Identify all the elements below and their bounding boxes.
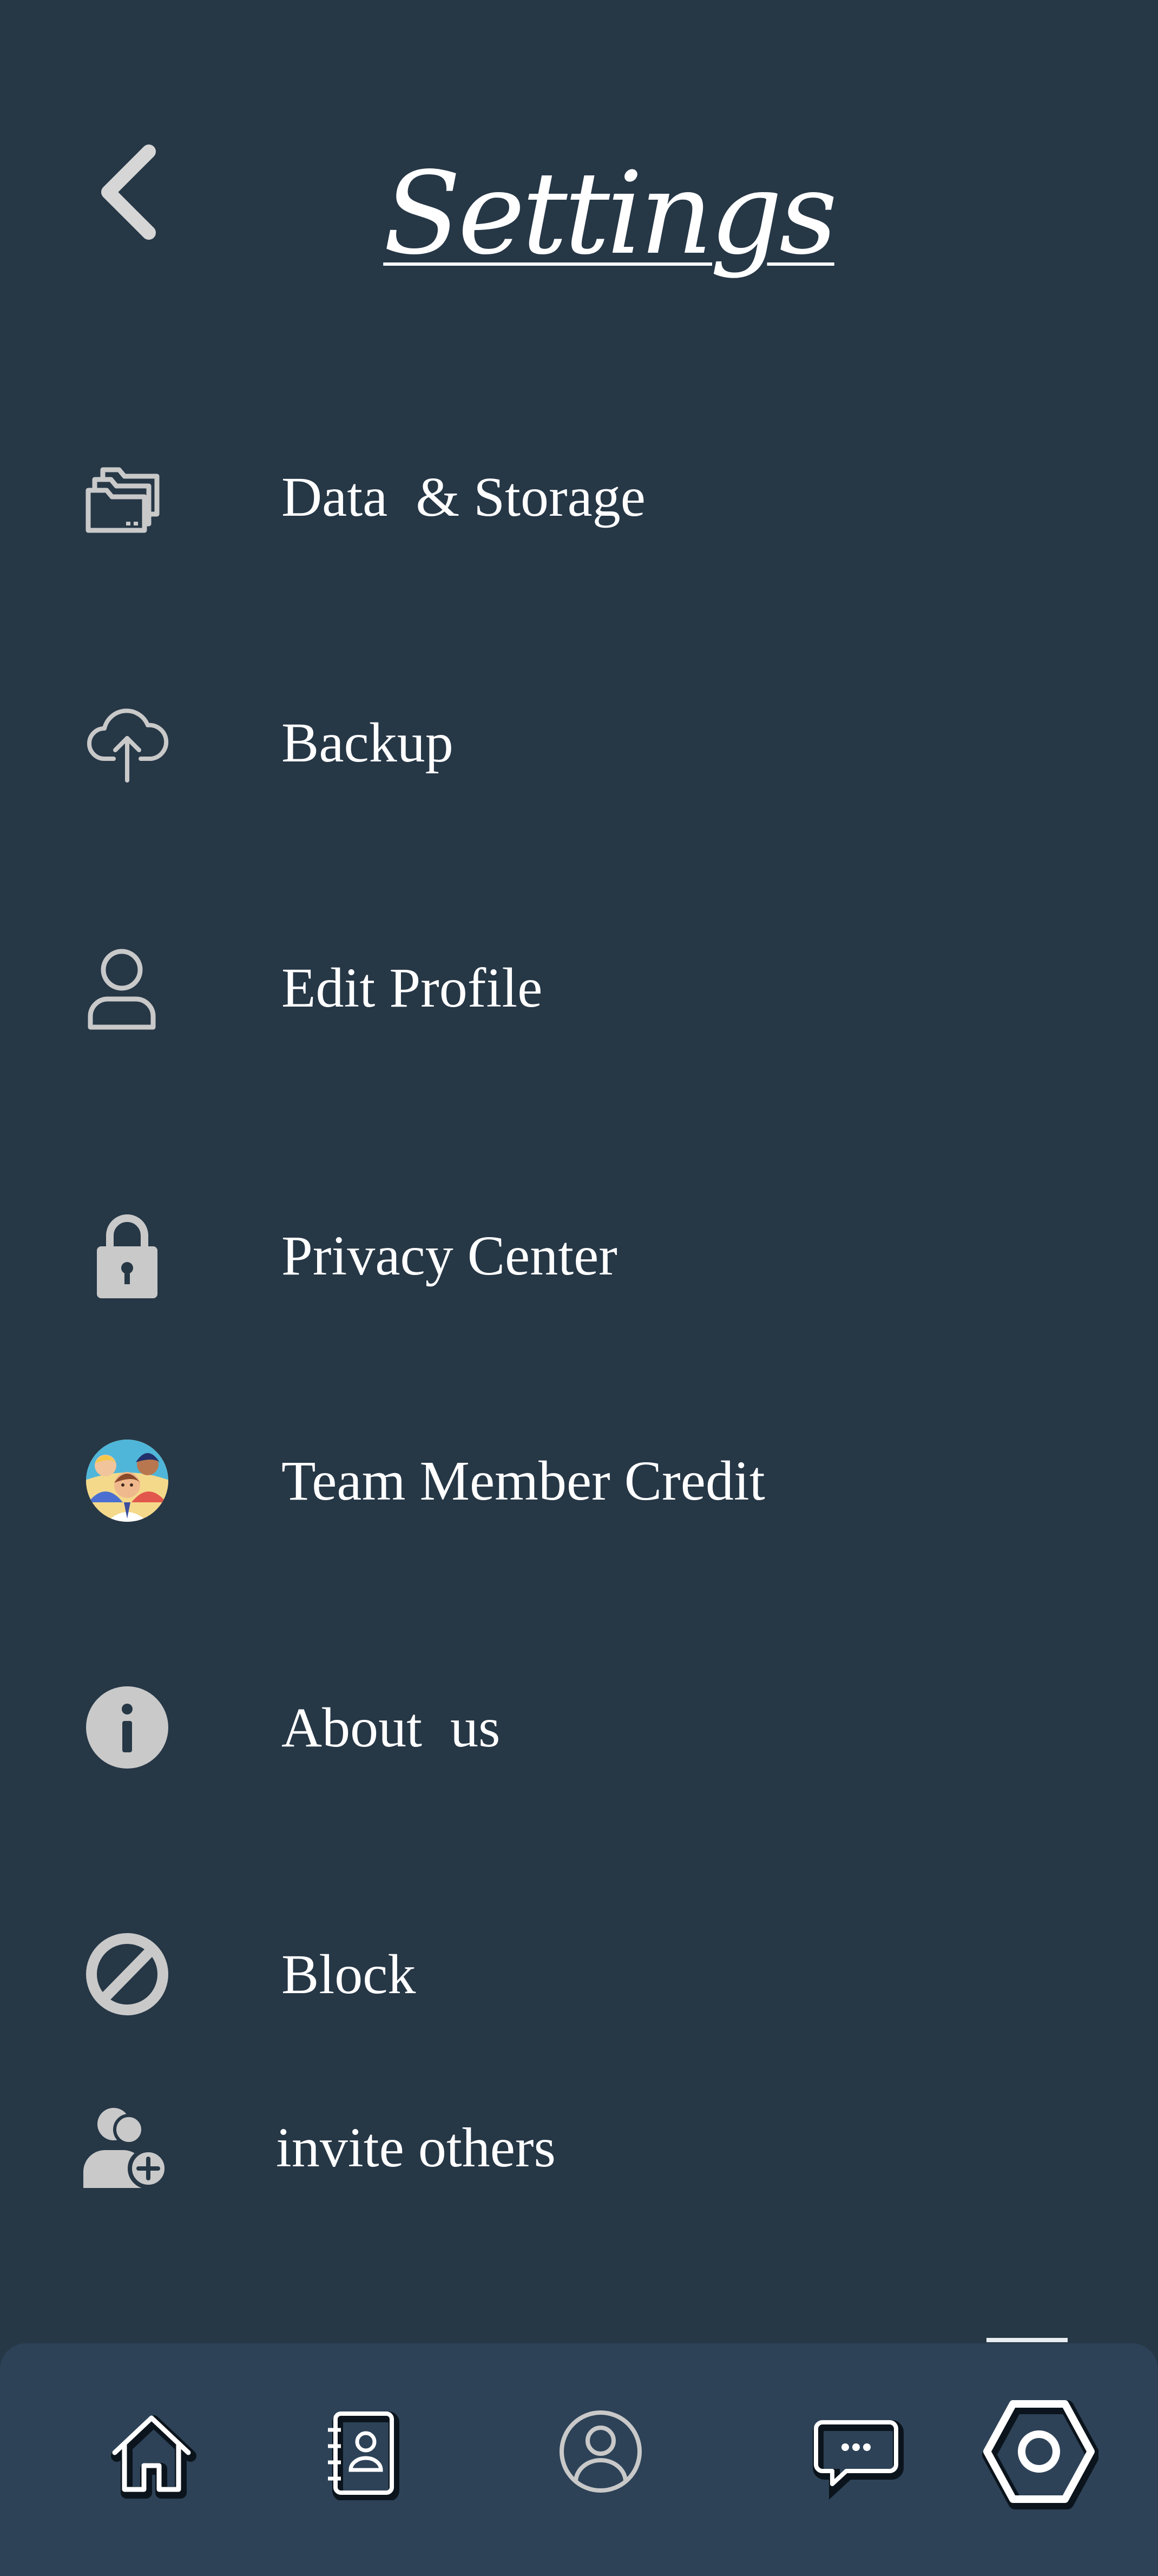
info-icon bbox=[81, 1673, 173, 1782]
menu-item-label: Team Member Credit bbox=[281, 1449, 765, 1512]
menu-item-data-storage[interactable]: Data & Storage bbox=[81, 443, 1077, 551]
menu-item-label: Edit Profile bbox=[281, 956, 543, 1019]
page-title: Settings bbox=[0, 157, 1158, 271]
settings-screen: Settings Data & Storage Backup Edit Prof… bbox=[0, 0, 1158, 2576]
nav-profile-button[interactable] bbox=[536, 2387, 666, 2516]
menu-item-privacy-center[interactable]: Privacy Center bbox=[81, 1201, 1077, 1310]
active-tab-indicator bbox=[986, 2338, 1068, 2342]
block-icon bbox=[81, 1920, 173, 2028]
menu-item-label: About us bbox=[281, 1696, 501, 1759]
contacts-book-icon bbox=[328, 2411, 399, 2500]
team-avatar-icon bbox=[81, 1427, 173, 1535]
folders-icon bbox=[81, 443, 173, 551]
menu-item-edit-profile[interactable]: Edit Profile bbox=[81, 934, 1077, 1042]
lock-icon bbox=[81, 1201, 173, 1310]
menu-item-label: invite others bbox=[276, 2116, 556, 2179]
user-icon bbox=[81, 934, 173, 1042]
menu-item-block[interactable]: Block bbox=[81, 1920, 1077, 2028]
menu-item-label: Data & Storage bbox=[281, 465, 646, 528]
home-icon bbox=[111, 2415, 196, 2499]
chat-icon bbox=[813, 2420, 904, 2500]
menu-item-about-us[interactable]: About us bbox=[81, 1673, 1077, 1782]
cloud-upload-icon bbox=[81, 688, 173, 797]
nav-chat-button[interactable] bbox=[790, 2387, 920, 2516]
menu-item-invite-others[interactable]: invite others bbox=[81, 2093, 1077, 2202]
nav-home-button[interactable] bbox=[87, 2387, 216, 2516]
profile-icon bbox=[560, 2410, 642, 2493]
settings-hexagon-icon bbox=[982, 2400, 1098, 2509]
menu-item-label: Backup bbox=[281, 711, 453, 774]
menu-item-team-member-credit[interactable]: Team Member Credit bbox=[81, 1427, 1077, 1535]
add-user-icon bbox=[81, 2093, 173, 2202]
page-title-text: Settings bbox=[383, 147, 838, 280]
nav-contacts-button[interactable] bbox=[297, 2387, 426, 2516]
menu-item-label: Block bbox=[281, 1943, 416, 2006]
menu-item-backup[interactable]: Backup bbox=[81, 688, 1077, 797]
menu-item-label: Privacy Center bbox=[281, 1224, 617, 1287]
nav-settings-button[interactable] bbox=[974, 2387, 1104, 2516]
